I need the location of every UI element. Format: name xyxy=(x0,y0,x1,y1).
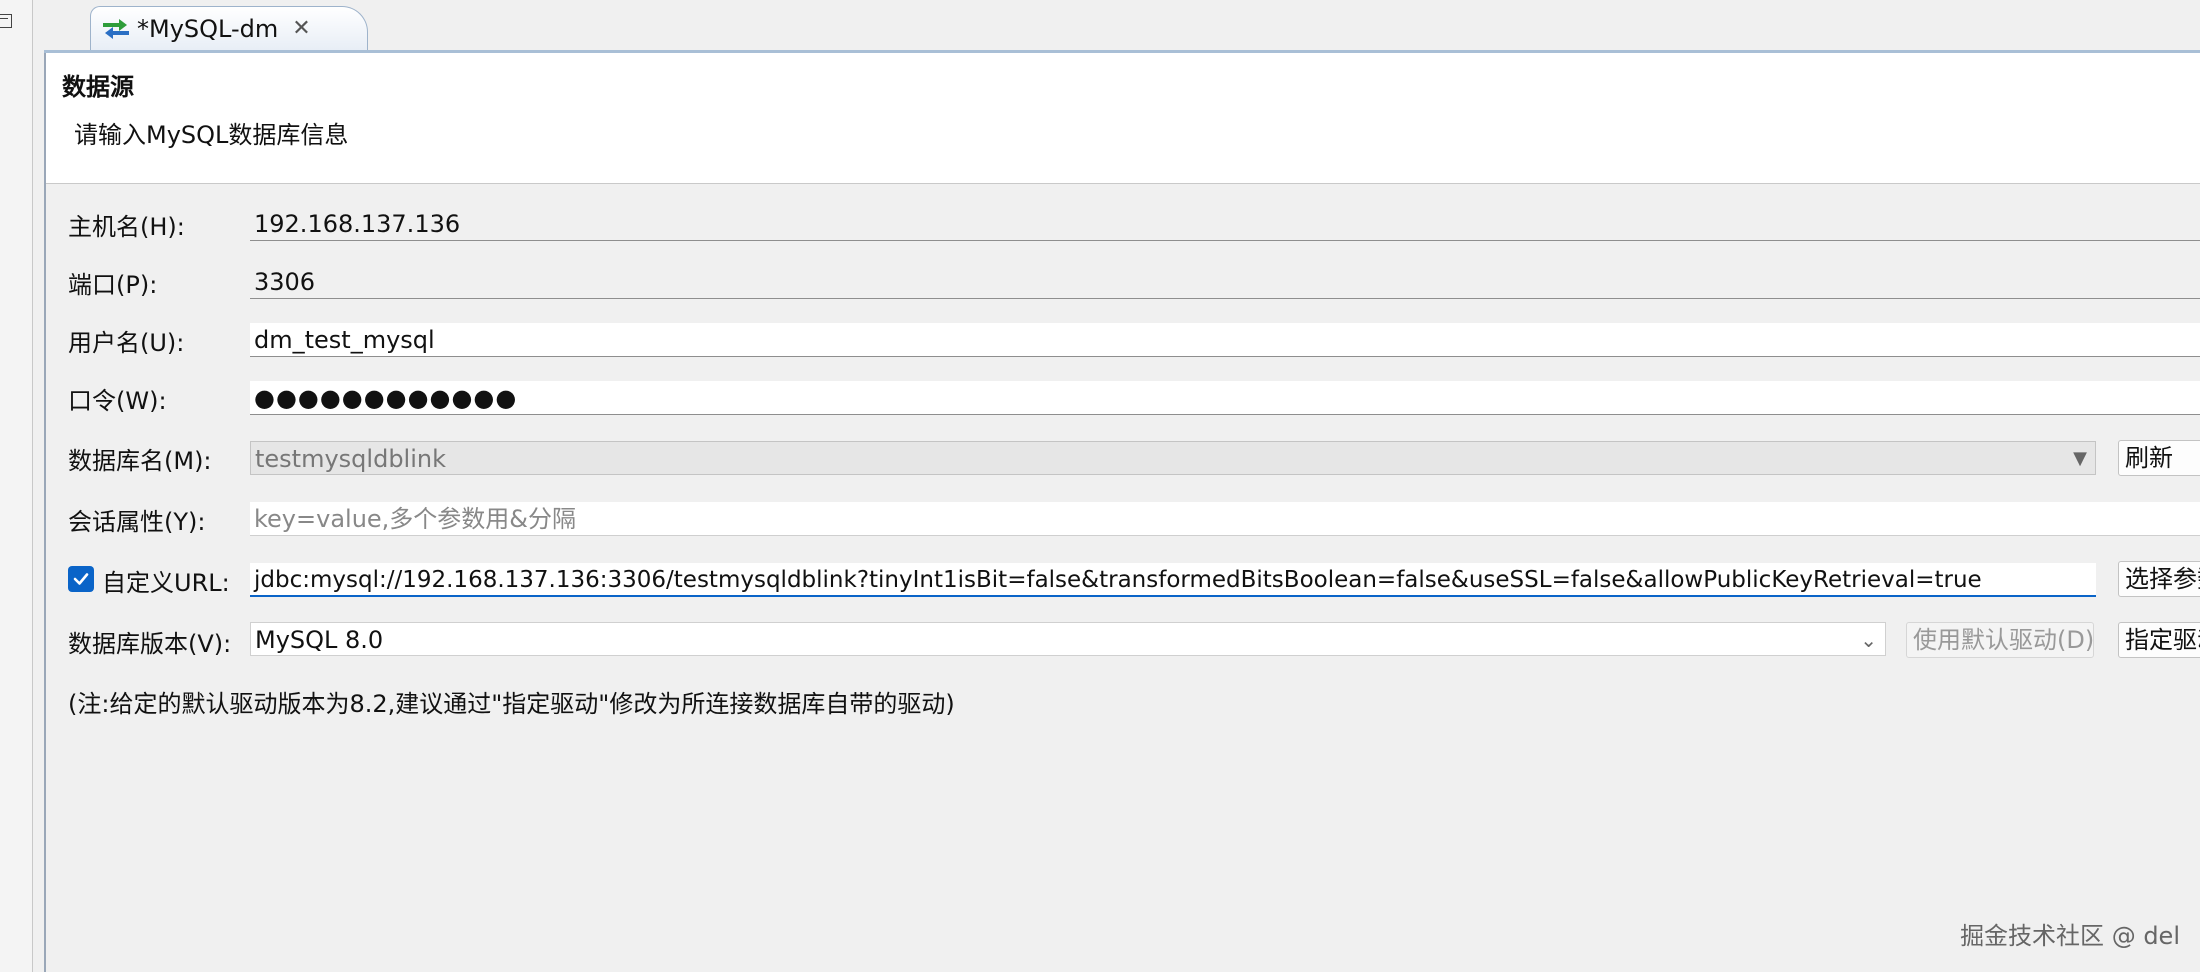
page-title: 数据源 xyxy=(62,73,134,101)
password-label: 口令(W): xyxy=(68,387,167,415)
close-icon[interactable]: ✕ xyxy=(292,17,310,40)
driver-note: (注:给定的默认驱动版本为8.2,建议通过"指定驱动"修改为所连接数据库自带的驱… xyxy=(68,690,955,718)
host-field[interactable]: 192.168.137.136 xyxy=(250,207,2200,241)
left-collapsed-panel xyxy=(0,0,33,972)
chevron-down-icon: ⌄ xyxy=(1860,628,1877,652)
checkmark-icon xyxy=(73,573,89,585)
tab-title: *MySQL-dm xyxy=(137,14,279,43)
password-field[interactable]: ●●●●●●●●●●●● xyxy=(250,381,2200,415)
db-version-label: 数据库版本(V): xyxy=(68,630,232,658)
select-params-button[interactable]: 选择参数 xyxy=(2118,561,2200,597)
tab-mysql-dm[interactable]: *MySQL-dm ✕ xyxy=(90,6,368,50)
username-label: 用户名(U): xyxy=(68,329,185,357)
swap-arrows-icon xyxy=(103,18,129,39)
custom-url-label: 自定义URL: xyxy=(102,569,230,597)
custom-url-checkbox[interactable] xyxy=(68,566,94,592)
watermark: 掘金技术社区 @ del xyxy=(1960,922,2180,950)
custom-url-input[interactable]: jdbc:mysql://192.168.137.136:3306/testmy… xyxy=(250,563,2096,597)
default-driver-button[interactable]: 使用默认驱动(D) xyxy=(1906,622,2094,658)
db-version-value: MySQL 8.0 xyxy=(255,626,384,654)
restore-view-icon[interactable] xyxy=(0,14,12,28)
page-description: 请输入MySQL数据库信息 xyxy=(74,121,349,149)
port-field[interactable]: 3306 xyxy=(250,265,2200,299)
editor-tab-bar: *MySQL-dm ✕ xyxy=(44,0,2200,53)
refresh-button[interactable]: 刷新 xyxy=(2118,440,2200,476)
port-label: 端口(P): xyxy=(68,271,158,299)
host-label: 主机名(H): xyxy=(68,213,185,241)
dropdown-arrow-icon: ▼ xyxy=(2073,448,2087,469)
session-props-label: 会话属性(Y): xyxy=(68,508,206,536)
db-version-select[interactable]: MySQL 8.0 ⌄ xyxy=(250,622,1886,656)
database-value: testmysqldblink xyxy=(255,445,446,473)
username-field[interactable]: dm_test_mysql xyxy=(250,323,2200,357)
session-props-input[interactable]: key=value,多个参数用&分隔 xyxy=(250,502,2200,536)
wizard-header: 数据源 请输入MySQL数据库信息 xyxy=(46,53,2200,184)
app-root: *MySQL-dm ✕ 数据源 请输入MySQL数据库信息 主机名(H): 19… xyxy=(0,0,2200,972)
database-combo[interactable]: testmysqldblink ▼ xyxy=(250,441,2096,475)
specify-driver-button[interactable]: 指定驱动 xyxy=(2118,622,2200,658)
database-label: 数据库名(M): xyxy=(68,447,212,475)
